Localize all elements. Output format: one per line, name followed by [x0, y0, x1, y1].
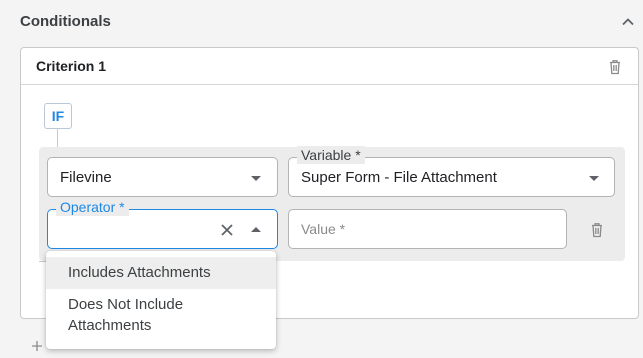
- trash-icon[interactable]: [587, 220, 607, 240]
- variable-label: Variable *: [297, 146, 365, 164]
- conditionals-header: Conditionals: [0, 0, 643, 44]
- variable-select[interactable]: Variable * Super Form - File Attachment: [288, 146, 615, 197]
- section-title: Conditionals: [20, 13, 111, 30]
- close-icon[interactable]: [219, 222, 235, 238]
- operator-dropdown-menu: Includes Attachments Does Not Include At…: [46, 251, 276, 349]
- plus-icon[interactable]: [30, 339, 44, 353]
- connector-line: [57, 129, 58, 147]
- menu-item-label: Does Not Include: [68, 296, 184, 313]
- condition-row: Filevine Variable * Super Form - File At…: [39, 146, 625, 261]
- menu-item-does-not-include-attachments[interactable]: Does Not Include Attachments: [46, 294, 276, 342]
- operator-select[interactable]: Operator *: [47, 198, 278, 249]
- chevron-up-icon[interactable]: [618, 12, 638, 32]
- caret-up-icon[interactable]: [249, 222, 263, 236]
- value-input[interactable]: Value *: [288, 209, 567, 249]
- source-value: Filevine: [60, 169, 112, 186]
- caret-down-icon[interactable]: [587, 171, 601, 185]
- menu-item-includes-attachments[interactable]: Includes Attachments: [46, 257, 276, 289]
- if-badge: IF: [44, 103, 72, 129]
- menu-item-label: Attachments: [68, 317, 152, 334]
- variable-value: Super Form - File Attachment: [301, 169, 497, 186]
- menu-item-label: Includes Attachments: [68, 264, 211, 281]
- caret-down-icon[interactable]: [249, 171, 263, 185]
- criterion-title: Criterion 1: [36, 58, 107, 74]
- trash-icon[interactable]: [605, 57, 625, 77]
- operator-label: Operator *: [56, 198, 129, 216]
- source-select[interactable]: Filevine: [47, 157, 278, 197]
- value-placeholder: Value *: [301, 221, 346, 237]
- criterion-header: Criterion 1: [21, 48, 638, 85]
